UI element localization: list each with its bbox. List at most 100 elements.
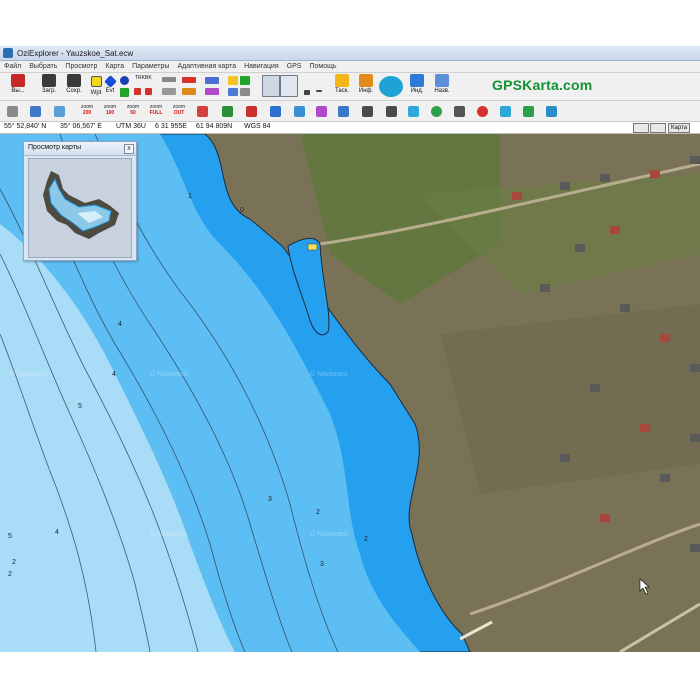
magnifier-icon[interactable] — [262, 75, 280, 97]
zoom-out-button[interactable]: zoom OUT — [170, 104, 188, 118]
exit-button[interactable]: Вы... — [6, 74, 30, 99]
building-icon — [560, 454, 570, 462]
zoom-100-bottom: 100 — [105, 110, 115, 116]
track-icon[interactable] — [162, 77, 176, 82]
layer-icon[interactable] — [205, 77, 219, 84]
lock-label: Таск. — [334, 88, 350, 94]
preview-header[interactable]: Просмотр карты x — [24, 142, 136, 156]
menu-adaptive-map[interactable]: Адаптивная карта — [177, 63, 236, 70]
gps-route-icon[interactable] — [270, 106, 281, 117]
gps-track-icon[interactable] — [294, 106, 305, 117]
app-icon — [3, 48, 13, 58]
name-tool-icon[interactable] — [240, 88, 250, 96]
line-icon[interactable] — [182, 77, 196, 83]
zoom-in-icon[interactable] — [304, 90, 310, 95]
depth-label: 2 — [8, 571, 12, 578]
nmea-icon[interactable] — [362, 106, 373, 117]
map-layer-icon[interactable] — [54, 106, 65, 117]
zoom-50-bottom: 50 — [130, 110, 136, 116]
zoom-out-icon[interactable] — [316, 90, 322, 92]
event-button[interactable]: Evt — [102, 74, 118, 99]
anchor-icon[interactable] — [454, 106, 465, 117]
gps-down-icon[interactable] — [246, 106, 257, 117]
map-button[interactable]: Карта — [668, 123, 691, 133]
depth-label: 5 — [78, 403, 82, 410]
menu-help[interactable]: Помощь — [309, 63, 336, 70]
load-button[interactable]: Загр. — [37, 74, 61, 99]
event-label: Evt — [105, 88, 115, 94]
index-button[interactable]: Инд. — [407, 74, 427, 99]
building-icon — [600, 174, 610, 182]
secondary-toolbar: zoom 200 zoom 100 zoom 50 zoom FULL zoom… — [0, 101, 700, 122]
waypoint-label: Wpt — [90, 90, 102, 96]
utm-zone: UTM 36U — [116, 123, 146, 130]
building-icon — [690, 434, 700, 442]
map-icon[interactable] — [120, 88, 129, 97]
menu-settings[interactable]: Параметры — [132, 63, 169, 70]
zoom-200-button[interactable]: zoom 200 — [78, 104, 96, 118]
grid-icon[interactable] — [240, 76, 250, 85]
index-icon — [410, 74, 424, 87]
depth-label: 0 — [240, 207, 244, 214]
print-icon[interactable] — [228, 88, 238, 96]
load-icon — [42, 74, 56, 87]
gps-data-icon[interactable] — [338, 106, 349, 117]
wireless-icon[interactable] — [546, 106, 557, 117]
ruler-icon[interactable] — [7, 106, 18, 117]
polyline-icon[interactable] — [182, 88, 196, 95]
depth-label: 4 — [118, 321, 122, 328]
cursor-icon[interactable] — [280, 75, 298, 97]
gps-up-icon[interactable] — [222, 106, 233, 117]
menu-view[interactable]: Просмотр — [65, 63, 97, 70]
menu-map[interactable]: Карта — [105, 63, 124, 70]
compass-icon[interactable] — [431, 106, 442, 117]
boat-icon[interactable] — [500, 106, 511, 117]
track-label: TRKBK — [135, 75, 152, 81]
stop-icon[interactable] — [477, 106, 488, 117]
lock-button[interactable]: Таск. — [332, 74, 352, 99]
route-icon[interactable] — [120, 76, 129, 85]
building-icon — [690, 364, 700, 372]
depth-label: 2 — [12, 559, 16, 566]
map-preview-panel: Просмотр карты x — [23, 141, 137, 261]
cross-icon[interactable] — [145, 88, 152, 95]
info-label: Инф. — [358, 88, 374, 94]
preview-map-thumbnail[interactable] — [28, 158, 132, 258]
track-edit-icon[interactable] — [162, 88, 176, 95]
navionics-watermark: © Navionics — [10, 370, 48, 378]
move-icon[interactable] — [30, 106, 41, 117]
gps-sort-icon[interactable] — [316, 106, 327, 117]
save-label: Сохр. — [66, 88, 82, 94]
menu-select[interactable]: Выбрать — [29, 63, 57, 70]
depth-label: 4 — [112, 371, 116, 378]
menu-gps[interactable]: GPS — [287, 63, 302, 70]
zoom-out-bottom: OUT — [173, 110, 185, 116]
building-icon — [690, 156, 700, 164]
menu-navigation[interactable]: Навигация — [244, 63, 279, 70]
info-button[interactable]: Инф. — [356, 74, 376, 99]
zoom-50-button[interactable]: zoom 50 — [124, 104, 142, 118]
longitude-readout: 35° 06,567' E — [60, 123, 102, 130]
index-label: Инд. — [410, 88, 424, 94]
satellite-icon[interactable] — [408, 106, 419, 117]
position-icon[interactable] — [197, 106, 208, 117]
pan-arrows-icon[interactable] — [379, 76, 403, 97]
mm-icon[interactable] — [386, 106, 397, 117]
building-icon — [590, 384, 600, 392]
zoom-100-button[interactable]: zoom 100 — [101, 104, 119, 118]
building-icon — [650, 170, 660, 178]
antenna-icon[interactable] — [523, 106, 534, 117]
waypoint-icon — [90, 76, 102, 87]
building-icon — [690, 544, 700, 552]
folder-icon[interactable] — [228, 76, 238, 85]
toggle-button-1[interactable] — [633, 123, 649, 133]
layer-edit-icon[interactable] — [205, 88, 219, 95]
names-button[interactable]: Назв. — [432, 74, 452, 99]
info-icon — [359, 74, 373, 87]
menu-file[interactable]: Файл — [4, 63, 21, 70]
plus-icon[interactable] — [134, 88, 141, 95]
preview-close-button[interactable]: x — [124, 144, 134, 154]
zoom-full-button[interactable]: zoom FULL — [147, 104, 165, 118]
toggle-button-2[interactable] — [650, 123, 666, 133]
save-button[interactable]: Сохр. — [62, 74, 86, 99]
